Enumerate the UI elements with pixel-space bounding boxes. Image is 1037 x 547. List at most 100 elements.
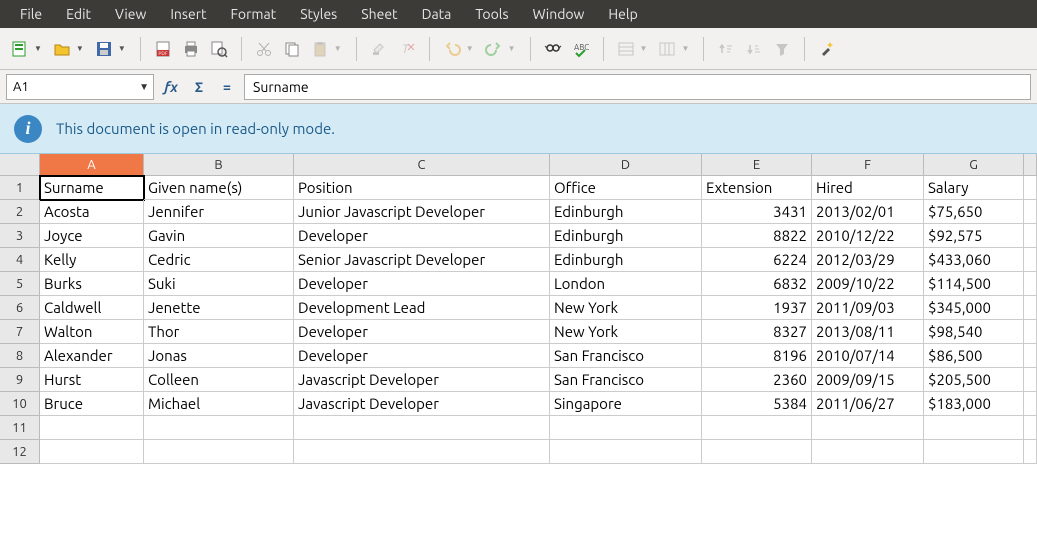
cell[interactable] [812, 416, 924, 440]
cell[interactable]: $75,650 [924, 200, 1024, 224]
cell[interactable] [1024, 320, 1037, 344]
menu-sheet[interactable]: Sheet [349, 2, 409, 26]
cell[interactable] [702, 416, 812, 440]
sort-asc-icon[interactable] [714, 37, 738, 61]
print-icon[interactable] [179, 37, 203, 61]
select-all-corner[interactable] [0, 154, 40, 176]
spellcheck-icon[interactable]: ABC [569, 37, 593, 61]
cell[interactable] [812, 440, 924, 464]
cell[interactable]: Michael [144, 392, 294, 416]
cell[interactable]: Suki [144, 272, 294, 296]
cell[interactable]: New York [550, 320, 702, 344]
cell[interactable] [1024, 224, 1037, 248]
header-cell[interactable]: Hired [812, 176, 924, 200]
cell[interactable] [294, 416, 550, 440]
open-icon[interactable] [50, 37, 74, 61]
col-header-G[interactable]: G [924, 154, 1024, 176]
redo-icon[interactable] [482, 37, 506, 61]
cell[interactable]: Edinburgh [550, 248, 702, 272]
cell[interactable] [1024, 416, 1037, 440]
cell[interactable] [294, 440, 550, 464]
cell[interactable] [924, 416, 1024, 440]
equals-icon[interactable]: = [216, 76, 238, 98]
row-header-12[interactable]: 12 [0, 440, 40, 464]
cell[interactable]: 2011/06/27 [812, 392, 924, 416]
menu-file[interactable]: File [8, 2, 54, 26]
copy-icon[interactable] [280, 37, 304, 61]
function-wizard-icon[interactable]: ƒx [160, 76, 182, 98]
cell[interactable] [1024, 176, 1037, 200]
cell[interactable]: 8822 [702, 224, 812, 248]
cell[interactable]: Hurst [40, 368, 144, 392]
cell[interactable]: Caldwell [40, 296, 144, 320]
cell[interactable] [144, 440, 294, 464]
col-icon[interactable] [655, 37, 679, 61]
col-header-E[interactable]: E [702, 154, 812, 176]
cell[interactable]: 2013/08/11 [812, 320, 924, 344]
cell[interactable]: Junior Javascript Developer [294, 200, 550, 224]
row-header-9[interactable]: 9 [0, 368, 40, 392]
cell[interactable]: Cedric [144, 248, 294, 272]
col-header-F[interactable]: F [812, 154, 924, 176]
new-doc-icon[interactable] [8, 37, 32, 61]
cell[interactable]: London [550, 272, 702, 296]
paste-icon[interactable] [308, 37, 332, 61]
cell[interactable]: $92,575 [924, 224, 1024, 248]
header-cell[interactable]: Position [294, 176, 550, 200]
formula-input[interactable] [244, 74, 1031, 100]
autofilter-icon[interactable] [770, 37, 794, 61]
cell[interactable]: Alexander [40, 344, 144, 368]
row-header-2[interactable]: 2 [0, 200, 40, 224]
cell[interactable] [1024, 392, 1037, 416]
cell[interactable]: New York [550, 296, 702, 320]
header-cell[interactable]: Salary [924, 176, 1024, 200]
cell[interactable] [1024, 344, 1037, 368]
cell[interactable]: 2010/07/14 [812, 344, 924, 368]
print-preview-icon[interactable] [207, 37, 231, 61]
menu-window[interactable]: Window [521, 2, 597, 26]
dropdown-arrow-icon[interactable]: ▼ [118, 44, 126, 53]
cell[interactable] [40, 416, 144, 440]
cell[interactable]: $183,000 [924, 392, 1024, 416]
cell[interactable]: San Francisco [550, 368, 702, 392]
cell[interactable]: 2011/09/03 [812, 296, 924, 320]
header-cell[interactable]: Office [550, 176, 702, 200]
cell[interactable]: Jennifer [144, 200, 294, 224]
cell[interactable]: Senior Javascript Developer [294, 248, 550, 272]
cell[interactable]: $98,540 [924, 320, 1024, 344]
dropdown-arrow-icon[interactable]: ▼ [34, 44, 42, 53]
row-header-1[interactable]: 1 [0, 176, 40, 200]
cell[interactable] [1024, 200, 1037, 224]
cell[interactable]: Jenette [144, 296, 294, 320]
name-box[interactable]: A1 ▼ [6, 74, 154, 100]
cell[interactable]: Colleen [144, 368, 294, 392]
cell[interactable] [702, 440, 812, 464]
col-header-A[interactable]: A [40, 154, 144, 176]
cell[interactable]: 6224 [702, 248, 812, 272]
cell[interactable] [924, 440, 1024, 464]
cell[interactable]: Acosta [40, 200, 144, 224]
cell[interactable] [1024, 296, 1037, 320]
cell[interactable]: Developer [294, 272, 550, 296]
cell[interactable] [144, 416, 294, 440]
menu-styles[interactable]: Styles [288, 2, 349, 26]
cell[interactable]: 8327 [702, 320, 812, 344]
row-header-3[interactable]: 3 [0, 224, 40, 248]
col-header-D[interactable]: D [550, 154, 702, 176]
save-icon[interactable] [92, 37, 116, 61]
cell[interactable]: 3431 [702, 200, 812, 224]
cell[interactable]: Edinburgh [550, 224, 702, 248]
cell[interactable]: 1937 [702, 296, 812, 320]
menu-view[interactable]: View [103, 2, 158, 26]
cell[interactable] [550, 416, 702, 440]
effects-icon[interactable] [815, 37, 839, 61]
cell[interactable]: Bruce [40, 392, 144, 416]
cut-icon[interactable] [252, 37, 276, 61]
find-icon[interactable] [541, 37, 565, 61]
cell[interactable]: $345,000 [924, 296, 1024, 320]
header-cell[interactable]: Given name(s) [144, 176, 294, 200]
cell[interactable]: Developer [294, 320, 550, 344]
sum-icon[interactable]: Σ [188, 76, 210, 98]
cell[interactable] [1024, 368, 1037, 392]
clear-format-icon[interactable]: T [395, 37, 419, 61]
